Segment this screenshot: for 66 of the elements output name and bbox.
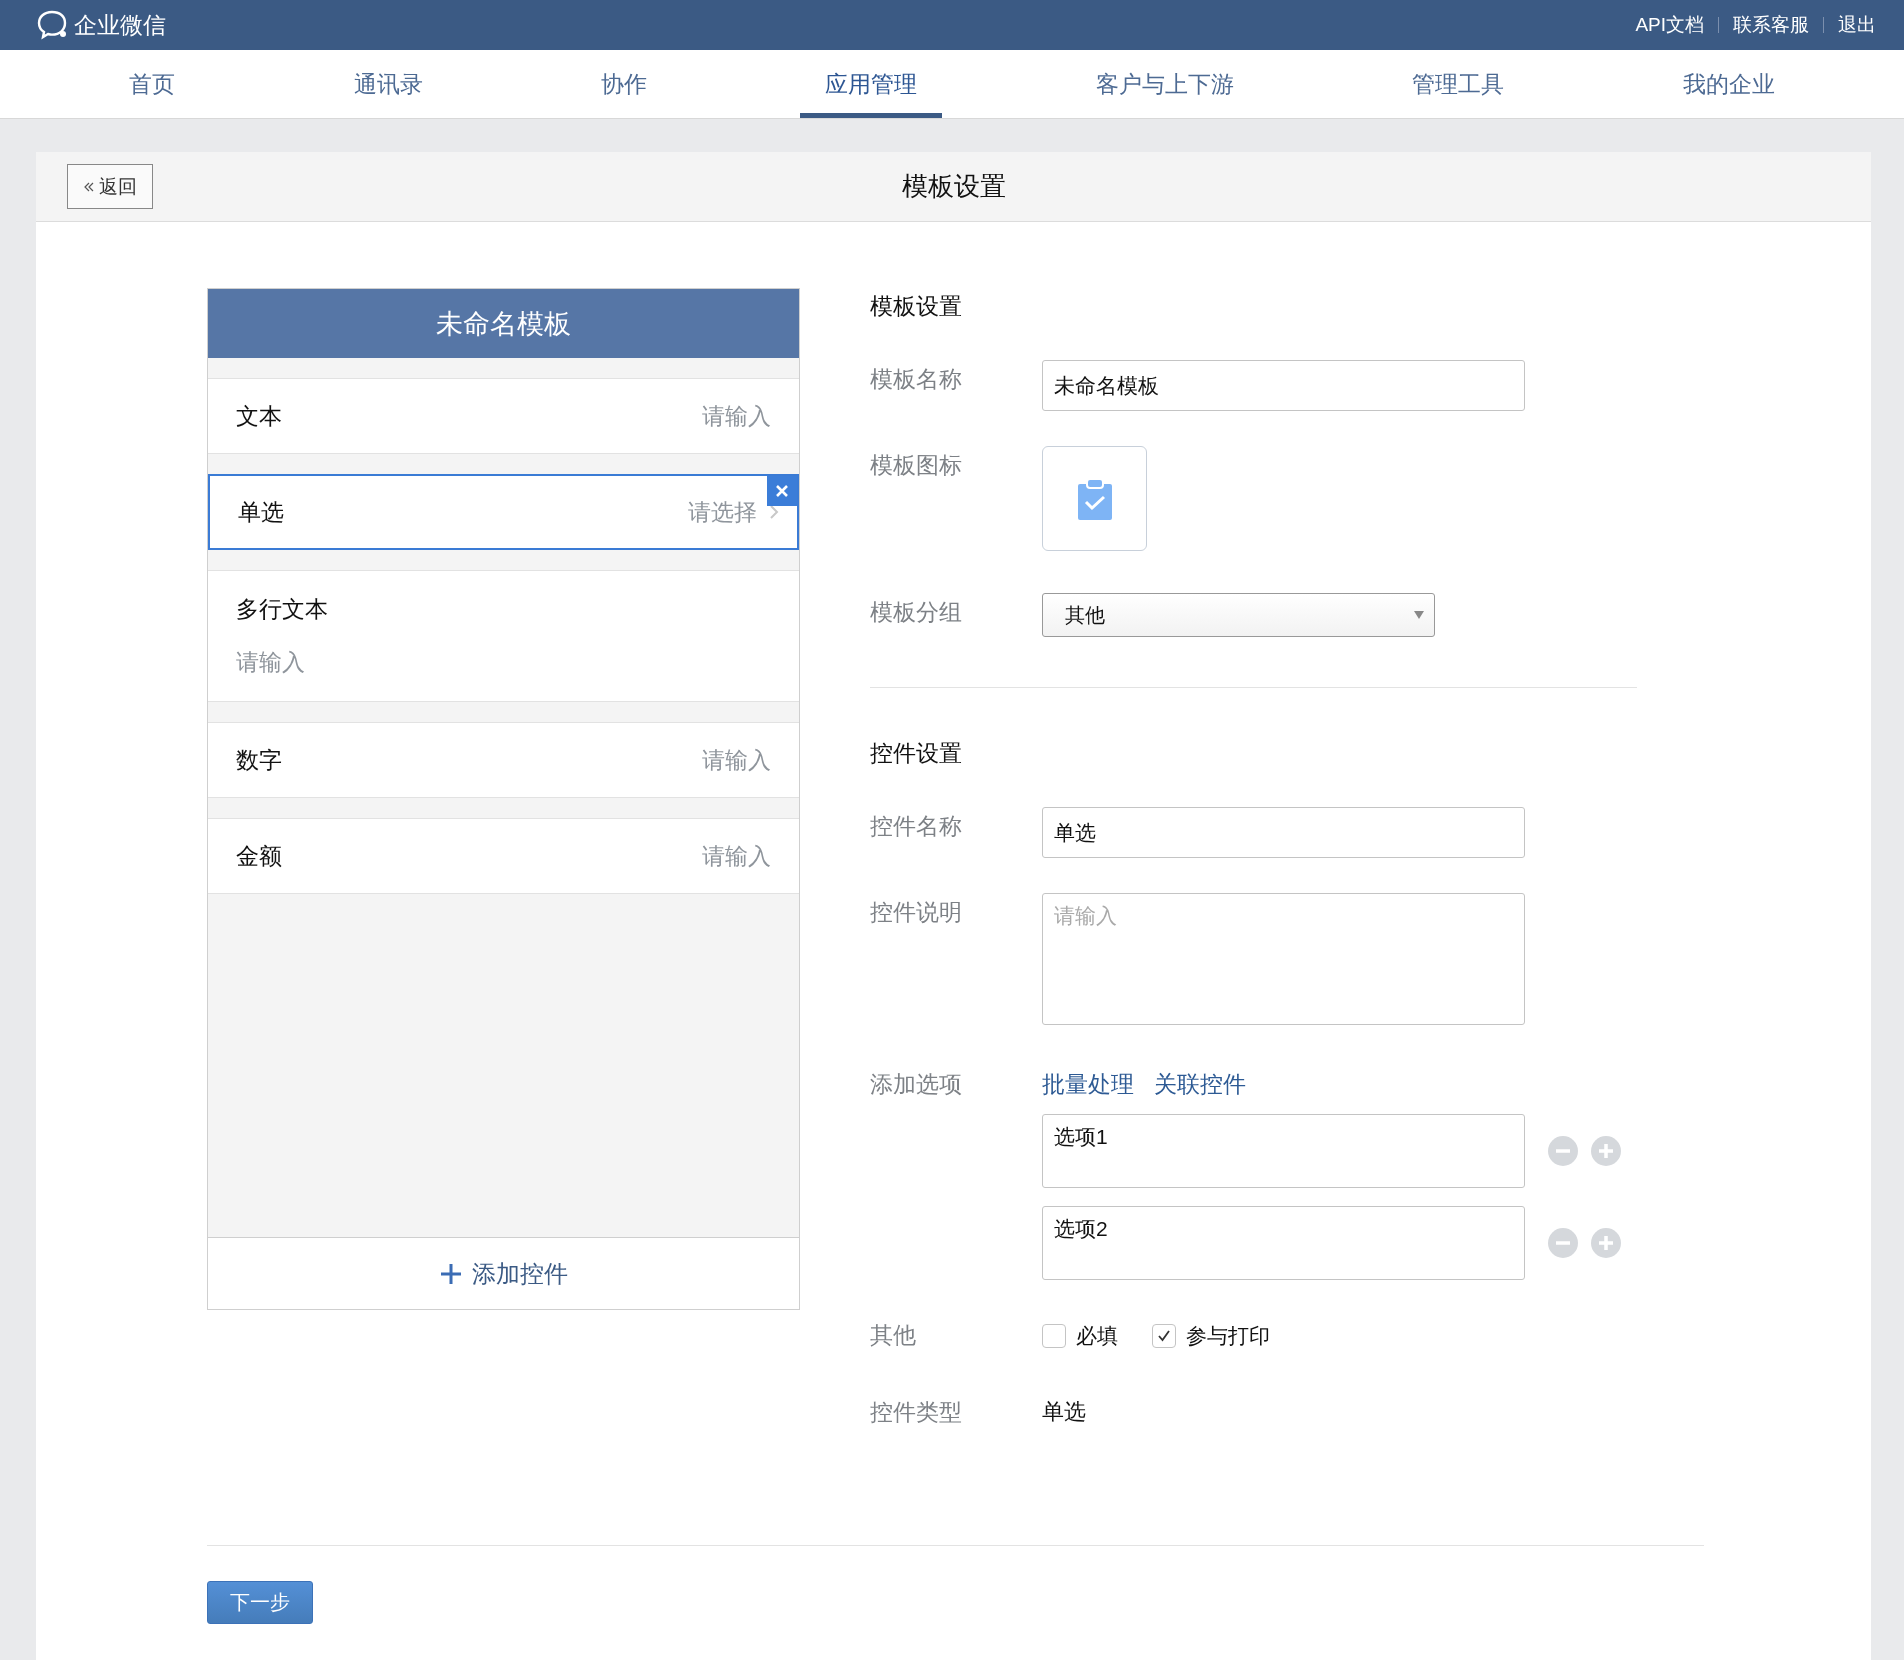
chevron-right-icon [769,504,779,520]
field-hint: 请输入 [702,401,771,431]
checkbox-label: 必填 [1076,1323,1118,1349]
field-label: 模板名称 [870,365,963,394]
top-link[interactable]: 联系客服 [1733,12,1809,38]
field-hint: 请输入 [702,841,771,871]
add-control-button[interactable]: 添加控件 [208,1237,799,1309]
option-field[interactable]: 选项1 [1042,1114,1525,1188]
preview-field[interactable]: 文本 请输入 [208,378,799,454]
plus-icon [439,1262,462,1285]
section-heading: 控件设置 [870,739,963,768]
template-name-field[interactable]: 未命名模板 [1042,360,1525,411]
field-label: 控件名称 [870,812,963,841]
control-name-field[interactable]: 单选 [1042,807,1525,858]
field-label: 控件说明 [870,898,963,927]
clipboard-check-icon [1076,477,1113,520]
control-type-value: 单选 [1042,1398,1087,1426]
option-link[interactable]: 关联控件 [1154,1065,1246,1100]
nav-tab[interactable]: 客户与上下游 [1070,50,1259,118]
plus-circle-icon[interactable] [1591,1228,1621,1258]
checkbox-label: 参与打印 [1186,1323,1270,1349]
plus-circle-icon[interactable] [1591,1136,1621,1166]
option-link[interactable]: 批量处理 [1042,1065,1134,1100]
preview-field[interactable]: 金额 请输入 [208,818,799,894]
nav-tab[interactable]: 我的企业 [1657,50,1800,118]
nav-tab[interactable]: 应用管理 [800,50,943,118]
minus-circle-icon[interactable] [1548,1228,1578,1258]
nav-tab[interactable]: 首页 [104,50,201,118]
close-icon[interactable] [767,476,797,506]
page-title: 模板设置 [901,170,1006,203]
checkmark-icon [1156,1328,1172,1344]
double-chevron-icon [83,180,95,193]
preview-field[interactable]: 单选 请选择 [208,474,799,550]
field-hint: 请输入 [236,648,305,677]
next-button[interactable]: 下一步 [207,1581,313,1624]
field-hint: 请选择 [688,497,757,527]
checkbox[interactable] [1042,1324,1066,1348]
field-label: 其他 [870,1321,917,1350]
field-label: 金额 [236,841,282,871]
top-link[interactable]: 退出 [1838,12,1876,38]
field-label: 模板分组 [870,598,963,627]
description-field[interactable]: 请输入 [1042,893,1525,1025]
nav-tab[interactable]: 通讯录 [328,50,448,118]
checkbox[interactable] [1152,1324,1176,1348]
preview-title: 未命名模板 [208,289,799,358]
field-label: 控件类型 [870,1398,963,1427]
field-label: 添加选项 [870,1070,963,1099]
preview-field[interactable]: 多行文本 请输入 [208,570,799,702]
section-heading: 模板设置 [870,292,963,321]
minus-circle-icon[interactable] [1548,1136,1578,1166]
nav-tab[interactable]: 管理工具 [1387,50,1530,118]
field-hint: 请输入 [702,745,771,775]
option-field[interactable]: 选项2 [1042,1206,1525,1280]
field-label: 数字 [236,745,282,775]
field-label: 模板图标 [870,451,963,480]
field-label: 多行文本 [236,595,328,624]
group-dropdown[interactable]: 其他 [1042,593,1435,637]
product-name: 企业微信 [74,10,166,40]
top-link[interactable]: API文档 [1635,12,1704,38]
icon-picker[interactable] [1042,446,1147,551]
nav-tab[interactable]: 协作 [576,50,673,118]
preview-field[interactable]: 数字 请输入 [208,722,799,798]
field-label: 单选 [238,497,284,527]
field-label: 文本 [236,401,282,431]
dropdown-arrow-icon [1414,611,1424,619]
back-button[interactable]: 返回 [67,164,153,209]
